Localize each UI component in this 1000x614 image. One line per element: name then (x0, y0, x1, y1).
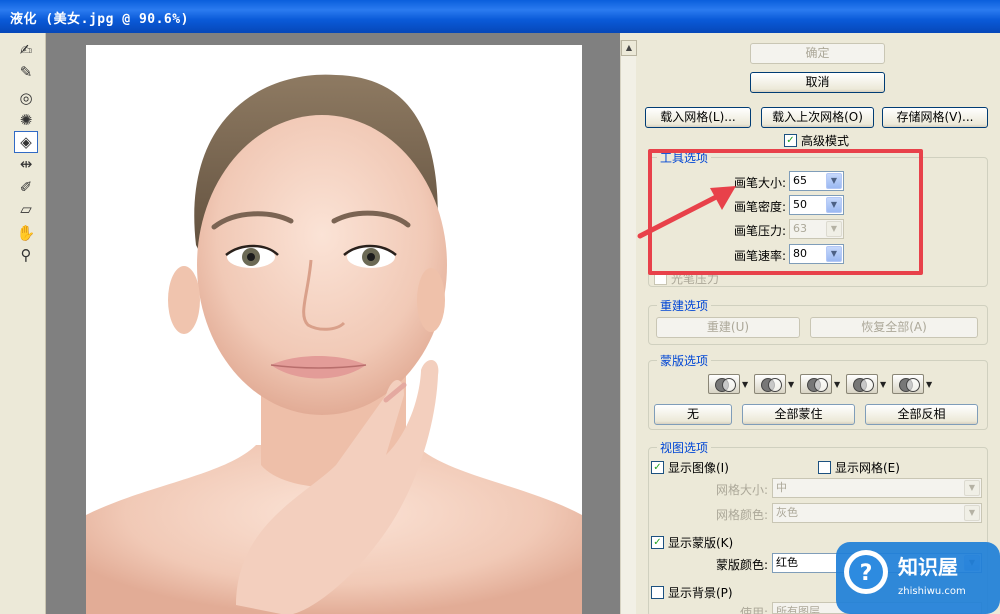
check-icon: ✓ (651, 536, 664, 549)
arrow-icon (637, 186, 736, 239)
twirl-clockwise-tool-icon[interactable]: ◎ (14, 87, 38, 109)
show-mesh-label: 显示网格(E) (835, 461, 900, 475)
mask-options-title: 蒙版选项 (657, 352, 712, 369)
mask-invert-button[interactable]: ▼ (892, 373, 938, 395)
mask-subtract-button[interactable]: ▼ (800, 373, 846, 395)
chevron-down-icon: ▼ (926, 379, 933, 389)
show-backdrop-label: 显示背景(P) (668, 586, 733, 600)
svg-text:知识屋: 知识屋 (898, 555, 958, 579)
mask-intersect-button[interactable]: ▼ (846, 373, 892, 395)
restore-all-button[interactable]: 恢复全部(A) (810, 317, 978, 338)
use-value: 所有图层 (776, 605, 820, 614)
chevron-down-icon: ▼ (834, 379, 841, 389)
mask-color-label: 蒙版颜色: (715, 558, 768, 572)
mask-add-button[interactable]: ▼ (754, 373, 800, 395)
checkbox-box (818, 461, 831, 474)
title-bar[interactable]: 液化 (美女.jpg @ 90.6%) (0, 0, 1000, 33)
mask-add-icon (754, 374, 786, 394)
canvas-scrollbar[interactable]: ▲ (620, 40, 637, 614)
push-left-tool-icon[interactable]: ⇹ (14, 153, 38, 175)
mesh-color-value: 灰色 (776, 506, 798, 519)
hand-tool-icon[interactable]: ✋ (14, 222, 38, 244)
forward-warp-tool-icon[interactable]: ✍ (14, 39, 38, 61)
ok-button[interactable]: 确定 (750, 43, 885, 64)
bloat-tool-icon[interactable]: ◈ (14, 131, 38, 153)
freeze-mask-tool-icon[interactable]: ✐ (14, 176, 38, 198)
mask-replace-button[interactable]: ▼ (708, 373, 754, 395)
mesh-size-label: 网格大小: (715, 483, 768, 497)
show-mesh-checkbox[interactable]: 显示网格(E) (818, 459, 900, 476)
mesh-size-value: 中 (776, 481, 787, 494)
portrait-illustration (86, 74, 582, 614)
checkbox-box (651, 586, 664, 599)
chevron-down-icon: ▼ (880, 379, 887, 389)
check-icon: ✓ (784, 134, 797, 147)
thaw-mask-tool-icon[interactable]: ▱ (14, 198, 38, 220)
reconstruct-button[interactable]: 重建(U) (656, 317, 800, 338)
svg-text:zhishiwu.com: zhishiwu.com (898, 586, 966, 597)
mask-none-button[interactable]: 无 (654, 404, 732, 425)
chevron-down-icon: ▼ (742, 379, 749, 389)
mesh-size-select[interactable]: 中 ▼ (772, 478, 982, 498)
portrait-photo[interactable] (86, 45, 582, 614)
preview-canvas[interactable] (46, 33, 620, 614)
cancel-button[interactable]: 取消 (750, 72, 885, 93)
check-icon: ✓ (651, 461, 664, 474)
mesh-color-select[interactable]: 灰色 ▼ (772, 503, 982, 523)
load-mesh-button[interactable]: 载入网格(L)... (645, 107, 751, 128)
reconstruct-options-title: 重建选项 (657, 297, 712, 314)
view-options-title: 视图选项 (657, 439, 712, 456)
chevron-down-icon[interactable]: ▼ (964, 505, 980, 521)
mask-color-value: 红色 (776, 556, 798, 569)
mask-subtract-icon (800, 374, 832, 394)
pucker-tool-icon[interactable]: ✺ (14, 109, 38, 131)
mask-replace-icon (708, 374, 740, 394)
scroll-up-icon[interactable]: ▲ (621, 40, 637, 56)
use-label: 使用: (739, 606, 768, 614)
show-mask-label: 显示蒙版(K) (668, 536, 734, 550)
reconstruct-tool-icon[interactable]: ✎ (14, 61, 38, 83)
show-mask-checkbox[interactable]: ✓ 显示蒙版(K) (651, 534, 733, 551)
advanced-mode-checkbox[interactable]: ✓ 高级模式 (784, 132, 849, 149)
liquify-toolbox: ✍ ✎ ◎ ✺ ◈ ⇹ ✐ ▱ ✋ ⚲ (0, 33, 46, 614)
chevron-down-icon: ▼ (788, 379, 795, 389)
advanced-mode-label: 高级模式 (801, 134, 850, 148)
svg-text:?: ? (860, 561, 873, 586)
watermark-logo: ? 知识屋 zhishiwu.com (836, 542, 1000, 614)
save-mesh-button[interactable]: 存储网格(V)... (882, 107, 988, 128)
mask-all-button[interactable]: 全部蒙住 (742, 404, 855, 425)
show-image-checkbox[interactable]: ✓ 显示图像(I) (651, 459, 729, 476)
mask-invert-icon (892, 374, 924, 394)
mesh-color-label: 网格颜色: (715, 508, 768, 522)
mask-intersect-icon (846, 374, 878, 394)
invert-all-button[interactable]: 全部反相 (865, 404, 978, 425)
load-last-mesh-button[interactable]: 载入上次网格(O) (761, 107, 874, 128)
show-backdrop-checkbox[interactable]: 显示背景(P) (651, 584, 733, 601)
show-image-label: 显示图像(I) (668, 461, 729, 475)
chevron-down-icon[interactable]: ▼ (964, 480, 980, 496)
zoom-tool-icon[interactable]: ⚲ (14, 244, 38, 266)
window-title: 液化 (美女.jpg @ 90.6%) (10, 12, 189, 27)
